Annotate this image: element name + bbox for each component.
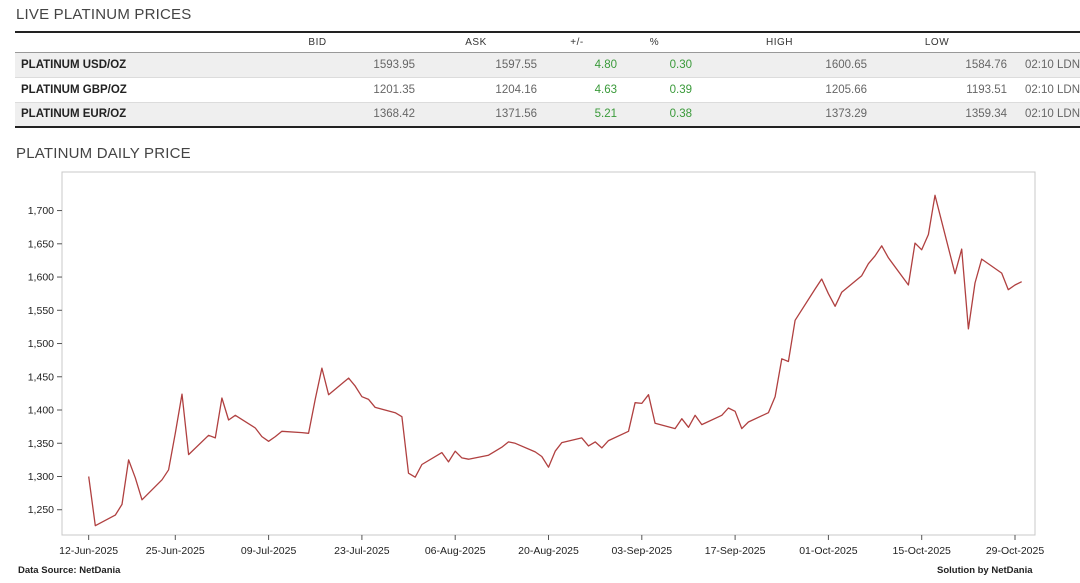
header-ask: ASK — [415, 32, 537, 53]
header-low: LOW — [867, 32, 1007, 53]
row-high: 1373.29 — [692, 102, 867, 127]
row-change: 4.80 — [537, 52, 617, 78]
x-tick-label: 29-Oct-2025 — [986, 545, 1045, 557]
table-header-row: BID ASK +/- % HIGH LOW — [15, 32, 1080, 53]
data-source-label: Data Source: NetDania — [18, 565, 121, 576]
y-tick-label: 1,250 — [28, 504, 54, 516]
row-change: 4.63 — [537, 77, 617, 103]
row-percent: 0.38 — [617, 102, 692, 127]
row-ask: 1204.16 — [415, 77, 537, 103]
platinum-daily-chart: 1,250 1,300 1,350 1,400 1,450 1,500 1,550 1,600… — [28, 171, 1044, 557]
x-tick-label: 23-Jul-2025 — [334, 545, 390, 557]
row-time: 02:10 LDN — [1007, 77, 1080, 103]
header-high: HIGH — [692, 32, 867, 53]
y-tick-label: 1,550 — [28, 305, 54, 317]
row-low: 1193.51 — [867, 77, 1007, 103]
header-change: +/- — [537, 32, 617, 53]
table-row: PLATINUM EUR/OZ 1368.42 1371.56 5.21 0.3… — [15, 102, 1080, 127]
row-name: PLATINUM EUR/OZ — [15, 102, 220, 127]
y-tick-label: 1,400 — [28, 405, 54, 417]
table-row: PLATINUM USD/OZ 1593.95 1597.55 4.80 0.3… — [15, 52, 1080, 78]
table-row: PLATINUM GBP/OZ 1201.35 1204.16 4.63 0.3… — [15, 77, 1080, 103]
header-percent: % — [617, 32, 692, 53]
y-axis: 1,250 1,300 1,350 1,400 1,450 1,500 1,550 1,600… — [28, 205, 62, 516]
x-tick-label: 12-Jun-2025 — [59, 545, 118, 557]
header-time — [1007, 32, 1080, 53]
y-tick-label: 1,700 — [28, 205, 54, 217]
row-percent: 0.30 — [617, 52, 692, 78]
row-time: 02:10 LDN — [1007, 52, 1080, 78]
x-tick-label: 25-Jun-2025 — [146, 545, 205, 557]
x-tick-label: 01-Oct-2025 — [799, 545, 858, 557]
x-tick-label: 09-Jul-2025 — [241, 545, 297, 557]
y-tick-label: 1,350 — [28, 438, 54, 450]
y-tick-label: 1,600 — [28, 272, 54, 284]
live-prices-table: BID ASK +/- % HIGH LOW PLATINUM USD/OZ 1… — [15, 31, 1080, 128]
row-percent: 0.39 — [617, 77, 692, 103]
daily-price-title: PLATINUM DAILY PRICE — [16, 145, 191, 162]
row-low: 1584.76 — [867, 52, 1007, 78]
x-tick-label: 03-Sep-2025 — [611, 545, 672, 557]
row-high: 1205.66 — [692, 77, 867, 103]
y-tick-label: 1,500 — [28, 338, 54, 350]
solution-label: Solution by NetDania — [937, 565, 1033, 576]
x-tick-label: 20-Aug-2025 — [518, 545, 579, 557]
x-tick-label: 17-Sep-2025 — [705, 545, 766, 557]
x-tick-label: 15-Oct-2025 — [893, 545, 952, 557]
row-ask: 1597.55 — [415, 52, 537, 78]
y-tick-label: 1,450 — [28, 371, 54, 383]
row-bid: 1593.95 — [220, 52, 415, 78]
row-high: 1600.65 — [692, 52, 867, 78]
x-tick-label: 06-Aug-2025 — [425, 545, 486, 557]
plot-frame — [61, 171, 1036, 536]
y-tick-label: 1,300 — [28, 471, 54, 483]
row-time: 02:10 LDN — [1007, 102, 1080, 127]
row-bid: 1201.35 — [220, 77, 415, 103]
row-name: PLATINUM USD/OZ — [15, 52, 220, 78]
x-axis: 12-Jun-2025 25-Jun-2025 09-Jul-2025 23-Jul-… — [59, 535, 1044, 557]
live-prices-title: LIVE PLATINUM PRICES — [16, 6, 192, 23]
row-ask: 1371.56 — [415, 102, 537, 127]
row-change: 5.21 — [537, 102, 617, 127]
header-name — [15, 32, 220, 53]
row-low: 1359.34 — [867, 102, 1007, 127]
row-name: PLATINUM GBP/OZ — [15, 77, 220, 103]
y-tick-label: 1,650 — [28, 238, 54, 250]
header-bid: BID — [220, 32, 415, 53]
row-bid: 1368.42 — [220, 102, 415, 127]
